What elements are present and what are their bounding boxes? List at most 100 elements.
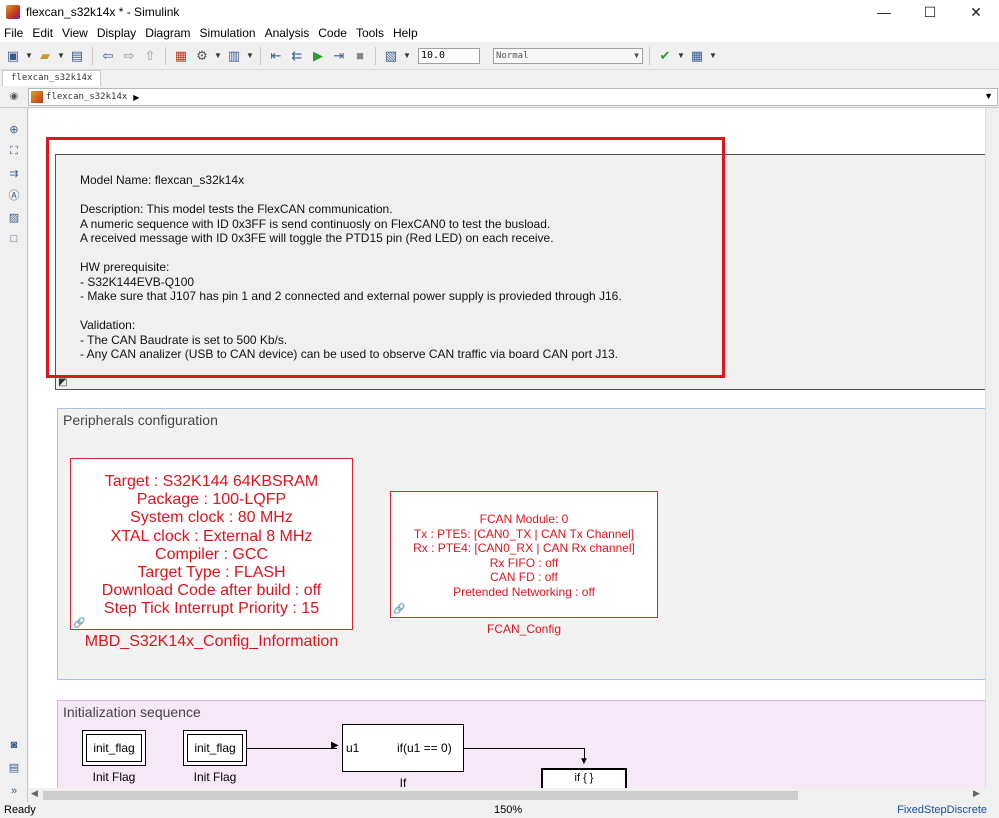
window-title: flexcan_s32k14x * - Simulink <box>26 5 180 19</box>
fit-view-icon[interactable]: ⛶ <box>7 144 21 158</box>
library-browser-icon[interactable]: ▦ <box>172 47 190 65</box>
hide-browser-icon[interactable]: ◉ <box>0 91 28 102</box>
model-canvas[interactable]: Model Name: flexcan_s32k14x Description:… <box>29 108 985 788</box>
status-bar: Ready 150% FixedStepDiscrete <box>0 802 999 818</box>
menu-diagram[interactable]: Diagram <box>145 26 190 40</box>
step-forward-icon[interactable]: ⇥ <box>330 47 348 65</box>
config-line: Download Code after build : off <box>101 582 322 600</box>
breadcrumb: flexcan_s32k14x ▶ ▼ <box>28 88 998 106</box>
fcan-line: FCAN Module: 0 <box>479 512 569 526</box>
scope-icon[interactable]: ▧ <box>382 47 400 65</box>
back-arrow-icon[interactable]: ⇦ <box>99 47 117 65</box>
if-block-label: If <box>399 776 407 788</box>
chevron-down-icon: ▼ <box>634 50 639 60</box>
arrow-head-icon: ▶ <box>331 740 339 751</box>
if-block[interactable]: u1 if(u1 == 0) <box>342 724 464 772</box>
config-information-block[interactable]: Target : S32K144 64KBSRAM Package : 100-… <box>70 458 353 630</box>
tool-palette: ⊕ ⛶ ⇉ Ⓐ ▨ □ ◙ ▤ » <box>0 108 28 802</box>
menu-edit[interactable]: Edit <box>32 26 53 40</box>
horizontal-scroll-thumb[interactable] <box>43 791 798 800</box>
model-advisor-check-icon[interactable]: ✔ <box>656 47 674 65</box>
area-icon[interactable]: □ <box>7 232 21 246</box>
config-line: Step Tick Interrupt Priority : 15 <box>103 600 320 618</box>
breadcrumb-item-model[interactable]: flexcan_s32k14x <box>46 92 127 102</box>
chevron-right-icon[interactable]: ▶ <box>133 93 139 102</box>
forward-arrow-icon[interactable]: ⇨ <box>120 47 138 65</box>
tab-bar: flexcan_s32k14x <box>0 70 999 86</box>
chevron-down-icon[interactable]: ▼ <box>677 51 685 60</box>
address-bar: ◉ flexcan_s32k14x ▶ ▼ <box>0 86 999 108</box>
chevron-down-icon[interactable]: ▼ <box>984 91 993 101</box>
step-back-icon[interactable]: ⇤ <box>267 47 285 65</box>
annotation-resize-icon[interactable]: ◩ <box>58 377 70 389</box>
menu-view[interactable]: View <box>62 26 88 40</box>
config-information-label: MBD_S32K14x_Config_Information <box>84 633 339 650</box>
menu-help[interactable]: Help <box>393 26 418 40</box>
menu-tools[interactable]: Tools <box>356 26 384 40</box>
menu-display[interactable]: Display <box>97 26 136 40</box>
chevron-right-icon[interactable]: ▶ <box>973 788 980 799</box>
signal-line[interactable] <box>464 748 584 749</box>
model-settings-gear-icon[interactable]: ⚙ <box>193 47 211 65</box>
new-model-icon[interactable]: ▣ <box>4 47 22 65</box>
init-flag-block-2[interactable]: init_flag <box>183 730 247 766</box>
if-condition: if(u1 == 0) <box>397 741 452 755</box>
run-icon[interactable]: ▶ <box>309 47 327 65</box>
camera-icon[interactable]: ◙ <box>7 738 21 752</box>
menu-simulation[interactable]: Simulation <box>200 26 256 40</box>
menu-analysis[interactable]: Analysis <box>265 26 310 40</box>
toolbar-divider <box>165 46 166 65</box>
model-icon <box>31 91 43 103</box>
build-grid-icon[interactable]: ▦ <box>688 47 706 65</box>
solver-link[interactable]: FixedStepDiscrete <box>897 804 987 816</box>
chevron-down-icon[interactable]: ▼ <box>25 51 33 60</box>
up-arrow-icon[interactable]: ⇧ <box>141 47 159 65</box>
step-back2-icon[interactable]: ⇇ <box>288 47 306 65</box>
simulink-logo-icon <box>6 5 20 19</box>
expand-icon[interactable]: » <box>7 784 21 798</box>
image-icon[interactable]: ▨ <box>7 210 21 224</box>
zoom-icon[interactable]: ⊕ <box>7 122 21 136</box>
model-browser-icon[interactable]: ▤ <box>7 760 21 774</box>
tab-model[interactable]: flexcan_s32k14x <box>2 70 102 86</box>
menu-file[interactable]: File <box>4 26 23 40</box>
simulation-mode-select[interactable]: Normal ▼ <box>493 47 643 64</box>
simulink-window: flexcan_s32k14x * - Simulink — ☐ ✕ File … <box>0 0 999 818</box>
vertical-scrollbar[interactable] <box>985 108 999 788</box>
fcan-config-block[interactable]: FCAN Module: 0 Tx : PTE5: [CAN0_TX | CAN… <box>390 491 658 618</box>
chevron-down-icon[interactable]: ▼ <box>709 51 717 60</box>
minimize-button[interactable]: — <box>861 0 907 24</box>
save-icon[interactable]: ▤ <box>68 47 86 65</box>
model-explorer-icon[interactable]: ▥ <box>225 47 243 65</box>
init-flag-block-1[interactable]: init_flag <box>82 730 146 766</box>
signal-line[interactable] <box>247 748 337 749</box>
init-flag-label-2: Init Flag <box>193 770 237 784</box>
fcan-config-label: FCAN_Config <box>486 622 562 636</box>
toolbar: ▣ ▼ ▰ ▼ ▤ ⇦ ⇨ ⇧ ▦ ⚙ ▼ ▥ ▼ ⇤ ⇇ ▶ ⇥ ■ ▧ ▼ … <box>0 42 999 70</box>
stop-time-input[interactable]: 10.0 <box>418 47 480 64</box>
menu-bar: File Edit View Display Diagram Simulatio… <box>0 24 999 42</box>
toolbar-divider <box>92 46 93 65</box>
area-title: Peripherals configuration <box>63 412 218 428</box>
config-line: Target : S32K144 64KBSRAM <box>104 473 319 490</box>
chevron-down-icon[interactable]: ▼ <box>214 51 222 60</box>
config-line: System clock : 80 MHz <box>130 509 293 527</box>
chevron-down-icon[interactable]: ▼ <box>246 51 254 60</box>
chevron-down-icon[interactable]: ▼ <box>57 51 65 60</box>
open-folder-icon[interactable]: ▰ <box>36 47 54 65</box>
chevron-down-icon[interactable]: ▼ <box>403 51 411 60</box>
horizontal-scrollbar[interactable]: ◀ ▶ <box>29 788 985 802</box>
library-link-icon: 🔗 <box>393 604 406 615</box>
stop-icon[interactable]: ■ <box>351 47 369 65</box>
annotation-icon[interactable]: Ⓐ <box>7 188 21 202</box>
close-button[interactable]: ✕ <box>953 0 999 24</box>
library-link-icon: 🔗 <box>73 618 86 629</box>
menu-code[interactable]: Code <box>318 26 347 40</box>
maximize-button[interactable]: ☐ <box>907 0 953 24</box>
signal-arrow-icon[interactable]: ⇉ <box>7 166 21 180</box>
chevron-left-icon[interactable]: ◀ <box>31 788 38 799</box>
action-subsystem-block[interactable]: if { } <box>541 768 627 788</box>
highlight-frame <box>46 137 725 378</box>
if-input-port: u1 <box>346 741 360 755</box>
config-line: Compiler : GCC <box>155 545 268 563</box>
